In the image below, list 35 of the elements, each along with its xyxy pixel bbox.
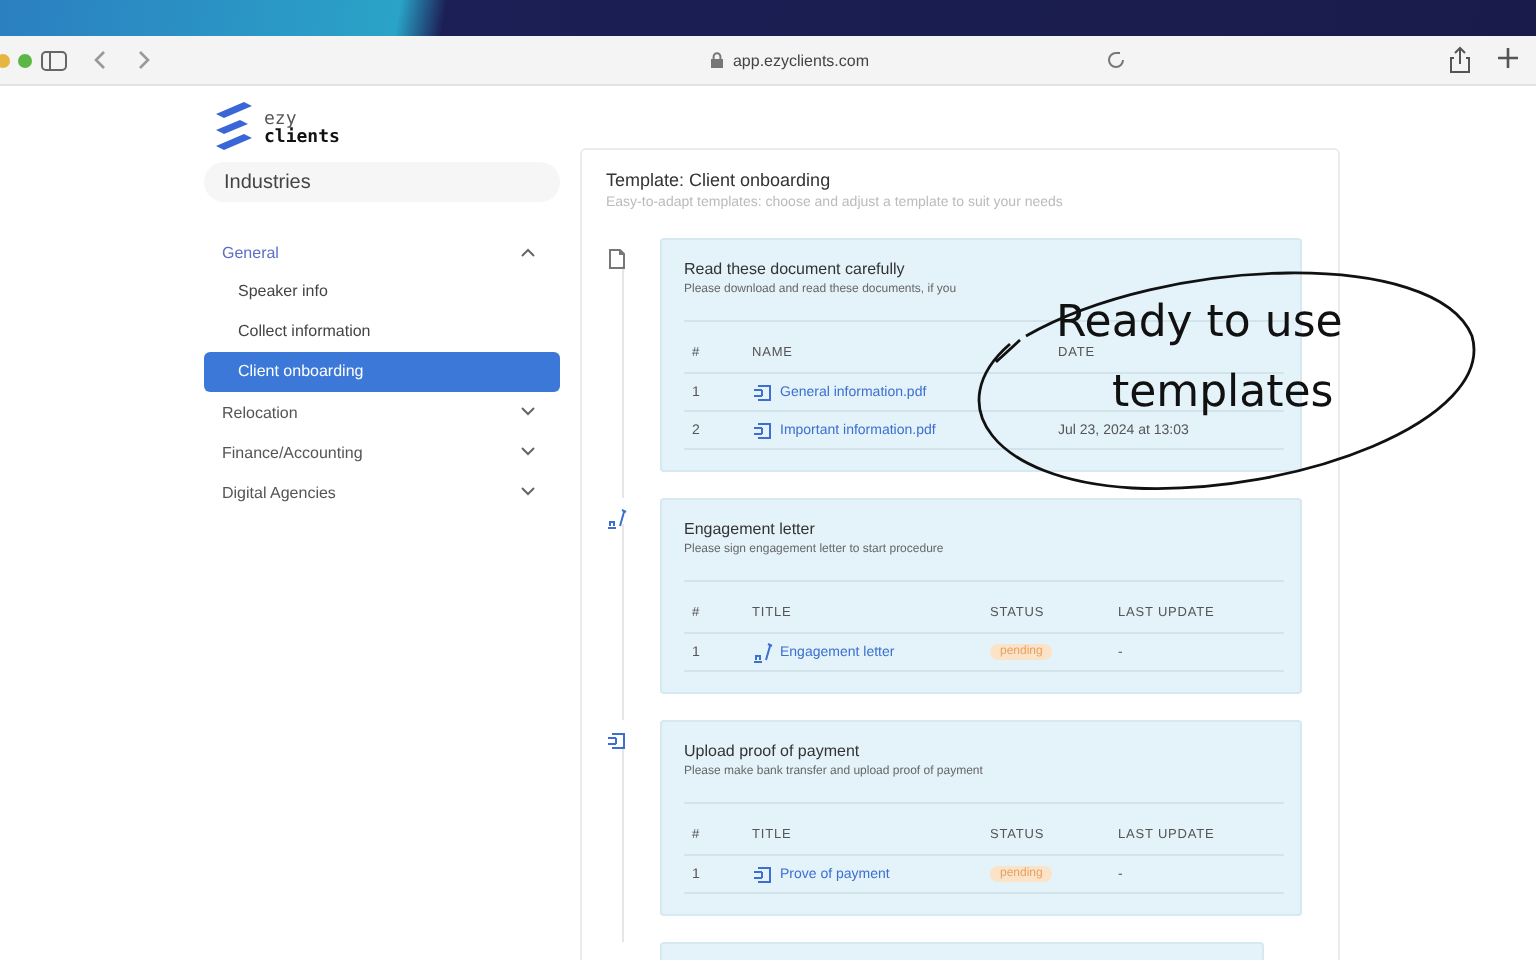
file-icon [752, 381, 774, 403]
new-tab-icon[interactable] [1496, 46, 1520, 70]
logo-text: ezy [264, 112, 297, 130]
card-title: Upload proof of payment [684, 742, 862, 760]
chevron-icon [520, 406, 536, 418]
chevron-icon [520, 486, 536, 498]
template-title: Template: Client onboarding [606, 170, 833, 190]
sidebar-group[interactable]: Digital Agencies [204, 472, 560, 512]
sidebar-group[interactable]: Relocation [204, 392, 560, 432]
logo-text: clients [264, 130, 340, 148]
step-signature-icon [606, 508, 628, 531]
step-payment-icon [606, 730, 628, 753]
sidebar-group[interactable]: General [204, 232, 560, 272]
card-title: Read these document carefully [684, 260, 907, 278]
sidebar-item[interactable]: Client onboarding [204, 352, 560, 392]
card-title: Engagement letter [684, 520, 817, 538]
signature-icon [752, 641, 774, 663]
sidebar-group[interactable]: Finance/Accounting [204, 432, 560, 472]
file-icon [752, 419, 774, 441]
address-bar[interactable]: app.ezyclients.com [732, 51, 870, 69]
sidebar-item[interactable]: Collect information [204, 312, 560, 352]
sidebar-header: Industries [204, 162, 560, 202]
minimize-dot[interactable] [0, 53, 10, 67]
sidebar-icon[interactable] [40, 49, 68, 71]
logo-icon [216, 102, 254, 152]
step-file-icon [606, 248, 628, 271]
sidebar-item[interactable]: Speaker info [204, 272, 560, 312]
reload-icon[interactable] [1104, 48, 1128, 72]
lock-icon [710, 52, 725, 68]
file-icon [752, 863, 774, 885]
share-icon[interactable] [1448, 46, 1472, 74]
chevron-icon [520, 246, 536, 258]
chevron-icon [520, 446, 536, 458]
zoom-dot[interactable] [18, 53, 32, 67]
callout-text: templates [1112, 370, 1334, 416]
